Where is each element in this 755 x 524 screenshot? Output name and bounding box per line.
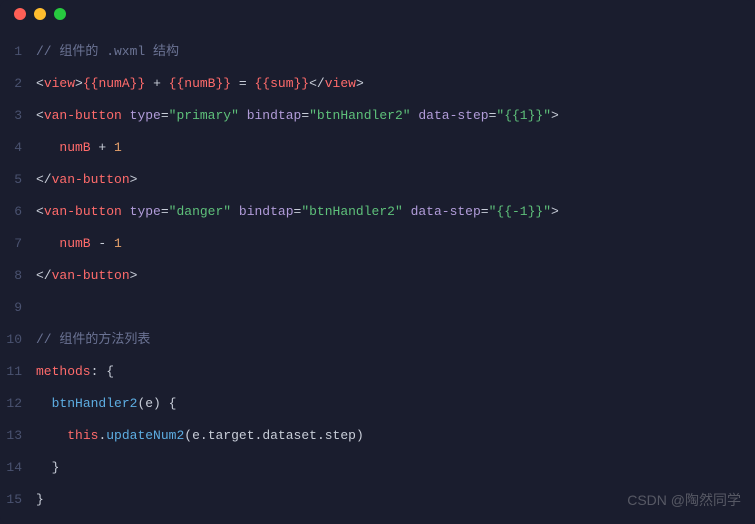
line-number: 13 [0, 420, 36, 452]
code-line: 6 <van-button type="danger" bindtap="btn… [0, 196, 755, 228]
code-line: 3 <van-button type="primary" bindtap="bt… [0, 100, 755, 132]
code-line: 2 <view>{{numA}} + {{numB}} = {{sum}}</v… [0, 68, 755, 100]
code-content: btnHandler2(e) { [36, 388, 176, 420]
code-line: 14 } [0, 452, 755, 484]
code-line: 5 </van-button> [0, 164, 755, 196]
line-number: 1 [0, 36, 36, 68]
code-content: numB - 1 [36, 228, 122, 260]
watermark-text: CSDN @陶然同学 [627, 490, 741, 510]
code-line: 4 numB + 1 [0, 132, 755, 164]
titlebar [0, 0, 755, 28]
code-content: <view>{{numA}} + {{numB}} = {{sum}}</vie… [36, 68, 364, 100]
line-number: 15 [0, 484, 36, 516]
code-area[interactable]: 1 // 组件的 .wxml 结构 2 <view>{{numA}} + {{n… [0, 28, 755, 524]
line-number: 14 [0, 452, 36, 484]
code-line: 7 numB - 1 [0, 228, 755, 260]
code-line: 12 btnHandler2(e) { [0, 388, 755, 420]
line-number: 8 [0, 260, 36, 292]
code-line: 1 // 组件的 .wxml 结构 [0, 36, 755, 68]
line-number: 5 [0, 164, 36, 196]
line-number: 12 [0, 388, 36, 420]
code-content: this.updateNum2(e.target.dataset.step) [36, 420, 364, 452]
code-content: </van-button> [36, 260, 137, 292]
code-editor-window: 1 // 组件的 .wxml 结构 2 <view>{{numA}} + {{n… [0, 0, 755, 524]
code-content: } [36, 484, 44, 516]
line-number: 6 [0, 196, 36, 228]
code-content: </van-button> [36, 164, 137, 196]
code-line: 8 </van-button> [0, 260, 755, 292]
maximize-icon[interactable] [54, 8, 66, 20]
line-number: 9 [0, 292, 36, 324]
line-number: 10 [0, 324, 36, 356]
minimize-icon[interactable] [34, 8, 46, 20]
code-content: <van-button type="danger" bindtap="btnHa… [36, 196, 559, 228]
code-line: 11 methods: { [0, 356, 755, 388]
line-number: 7 [0, 228, 36, 260]
code-content: } [36, 452, 59, 484]
code-line: 9 [0, 292, 755, 324]
code-content: // 组件的 .wxml 结构 [36, 36, 179, 68]
code-content: // 组件的方法列表 [36, 324, 150, 356]
code-content: <van-button type="primary" bindtap="btnH… [36, 100, 559, 132]
line-number: 3 [0, 100, 36, 132]
code-line: 10 // 组件的方法列表 [0, 324, 755, 356]
code-content: numB + 1 [36, 132, 122, 164]
line-number: 4 [0, 132, 36, 164]
code-content: methods: { [36, 356, 114, 388]
code-line: 13 this.updateNum2(e.target.dataset.step… [0, 420, 755, 452]
close-icon[interactable] [14, 8, 26, 20]
line-number: 2 [0, 68, 36, 100]
line-number: 11 [0, 356, 36, 388]
